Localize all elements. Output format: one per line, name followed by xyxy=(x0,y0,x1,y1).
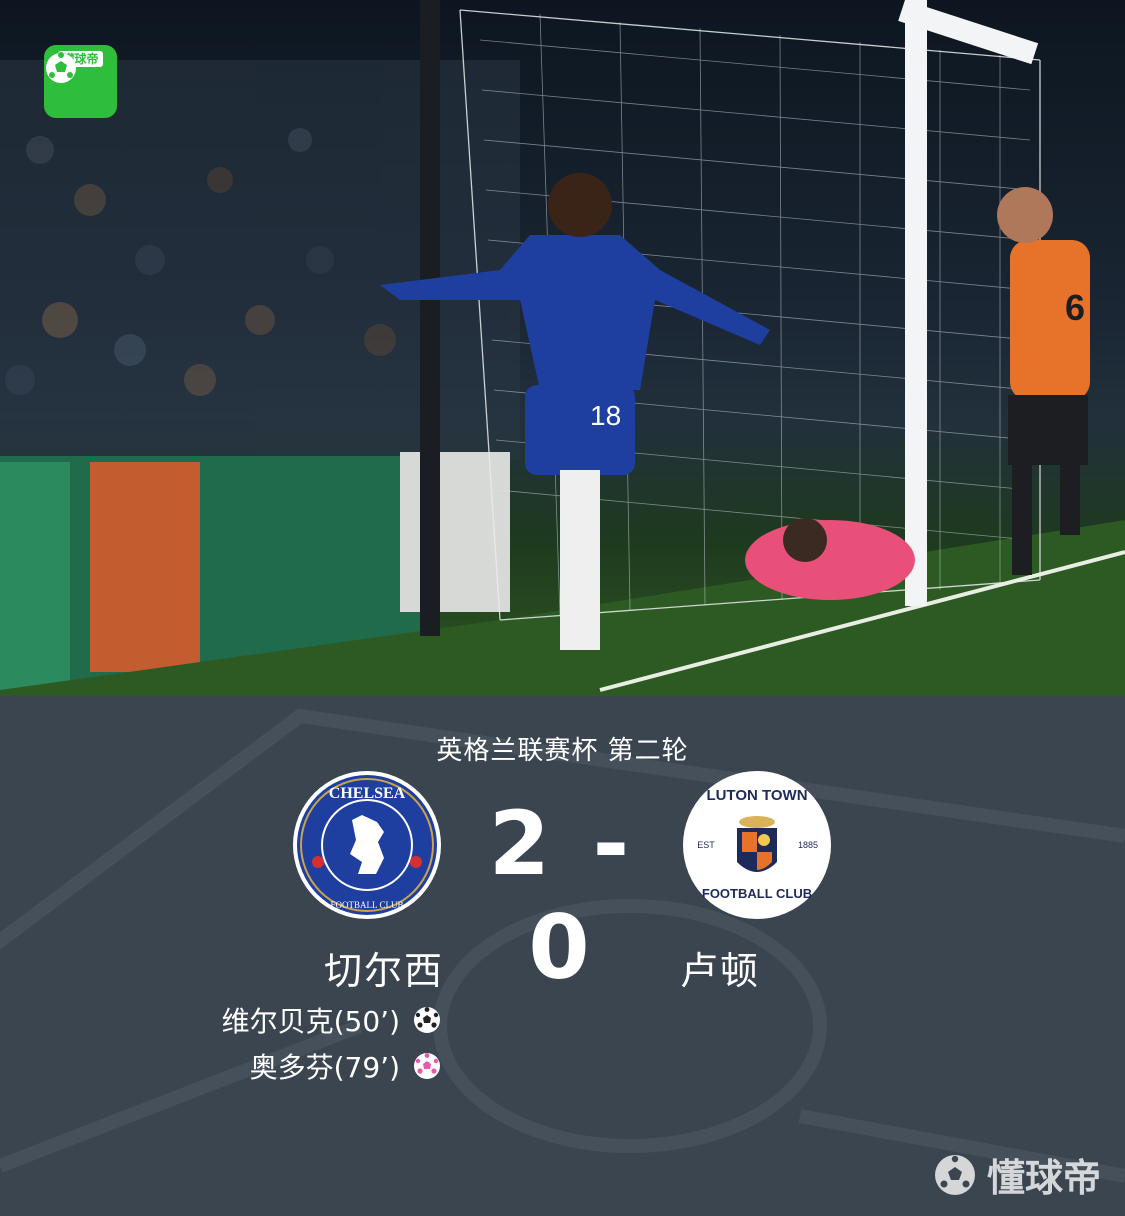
competition-label: 英格兰联赛杯 第二轮 xyxy=(436,736,689,766)
goal-scorer-label: 维尔贝克(50’) xyxy=(221,1005,400,1038)
soccer-ball-icon xyxy=(414,1007,440,1033)
luton-crest-est: EST xyxy=(697,840,715,850)
luton-crest-text: LUTON TOWN xyxy=(706,787,807,804)
luton-crest-year: 1885 xyxy=(798,840,818,850)
soccer-ball-icon xyxy=(934,1154,975,1195)
away-team-name[interactable]: 卢顿 xyxy=(620,940,820,995)
dongqiudi-watermark: 懂球帝 xyxy=(933,1147,1101,1202)
home-team-name[interactable]: 切尔西 xyxy=(284,940,484,995)
match-photo: 6 18 懂球帝 xyxy=(0,0,1125,696)
dongqiudi-app-logo: 懂球帝 xyxy=(44,45,117,118)
chelsea-crest[interactable]: CHELSEA FOOTBALL CLUB xyxy=(292,770,442,920)
goal-scorer-row: 奥多芬(79’) xyxy=(250,1046,442,1086)
chelsea-crest-subtext: FOOTBALL CLUB xyxy=(331,900,404,910)
celebration-photo-illustration: 6 18 xyxy=(0,0,1125,696)
soccer-ball-icon xyxy=(414,1053,440,1079)
luton-crest-subtext: FOOTBALL CLUB xyxy=(702,886,812,901)
goal-scorer-row: 维尔贝克(50’) xyxy=(222,1000,442,1040)
chelsea-crest-text: CHELSEA xyxy=(329,785,406,802)
goal-scorer-label: 奥多芬(79’) xyxy=(249,1051,400,1084)
luton-jersey-number: 6 xyxy=(1065,287,1085,328)
player-jersey-number: 18 xyxy=(590,400,621,431)
soccer-ball-icon xyxy=(46,52,76,83)
score-panel: 英格兰联赛杯 第二轮 CHELSEA FOOTBALL CLUB 2 - 0 L… xyxy=(0,696,1125,1216)
watermark-text: 懂球帝 xyxy=(986,1156,1101,1200)
luton-town-crest[interactable]: LUTON TOWN FOOTBALL CLUB EST 1885 xyxy=(682,770,832,920)
